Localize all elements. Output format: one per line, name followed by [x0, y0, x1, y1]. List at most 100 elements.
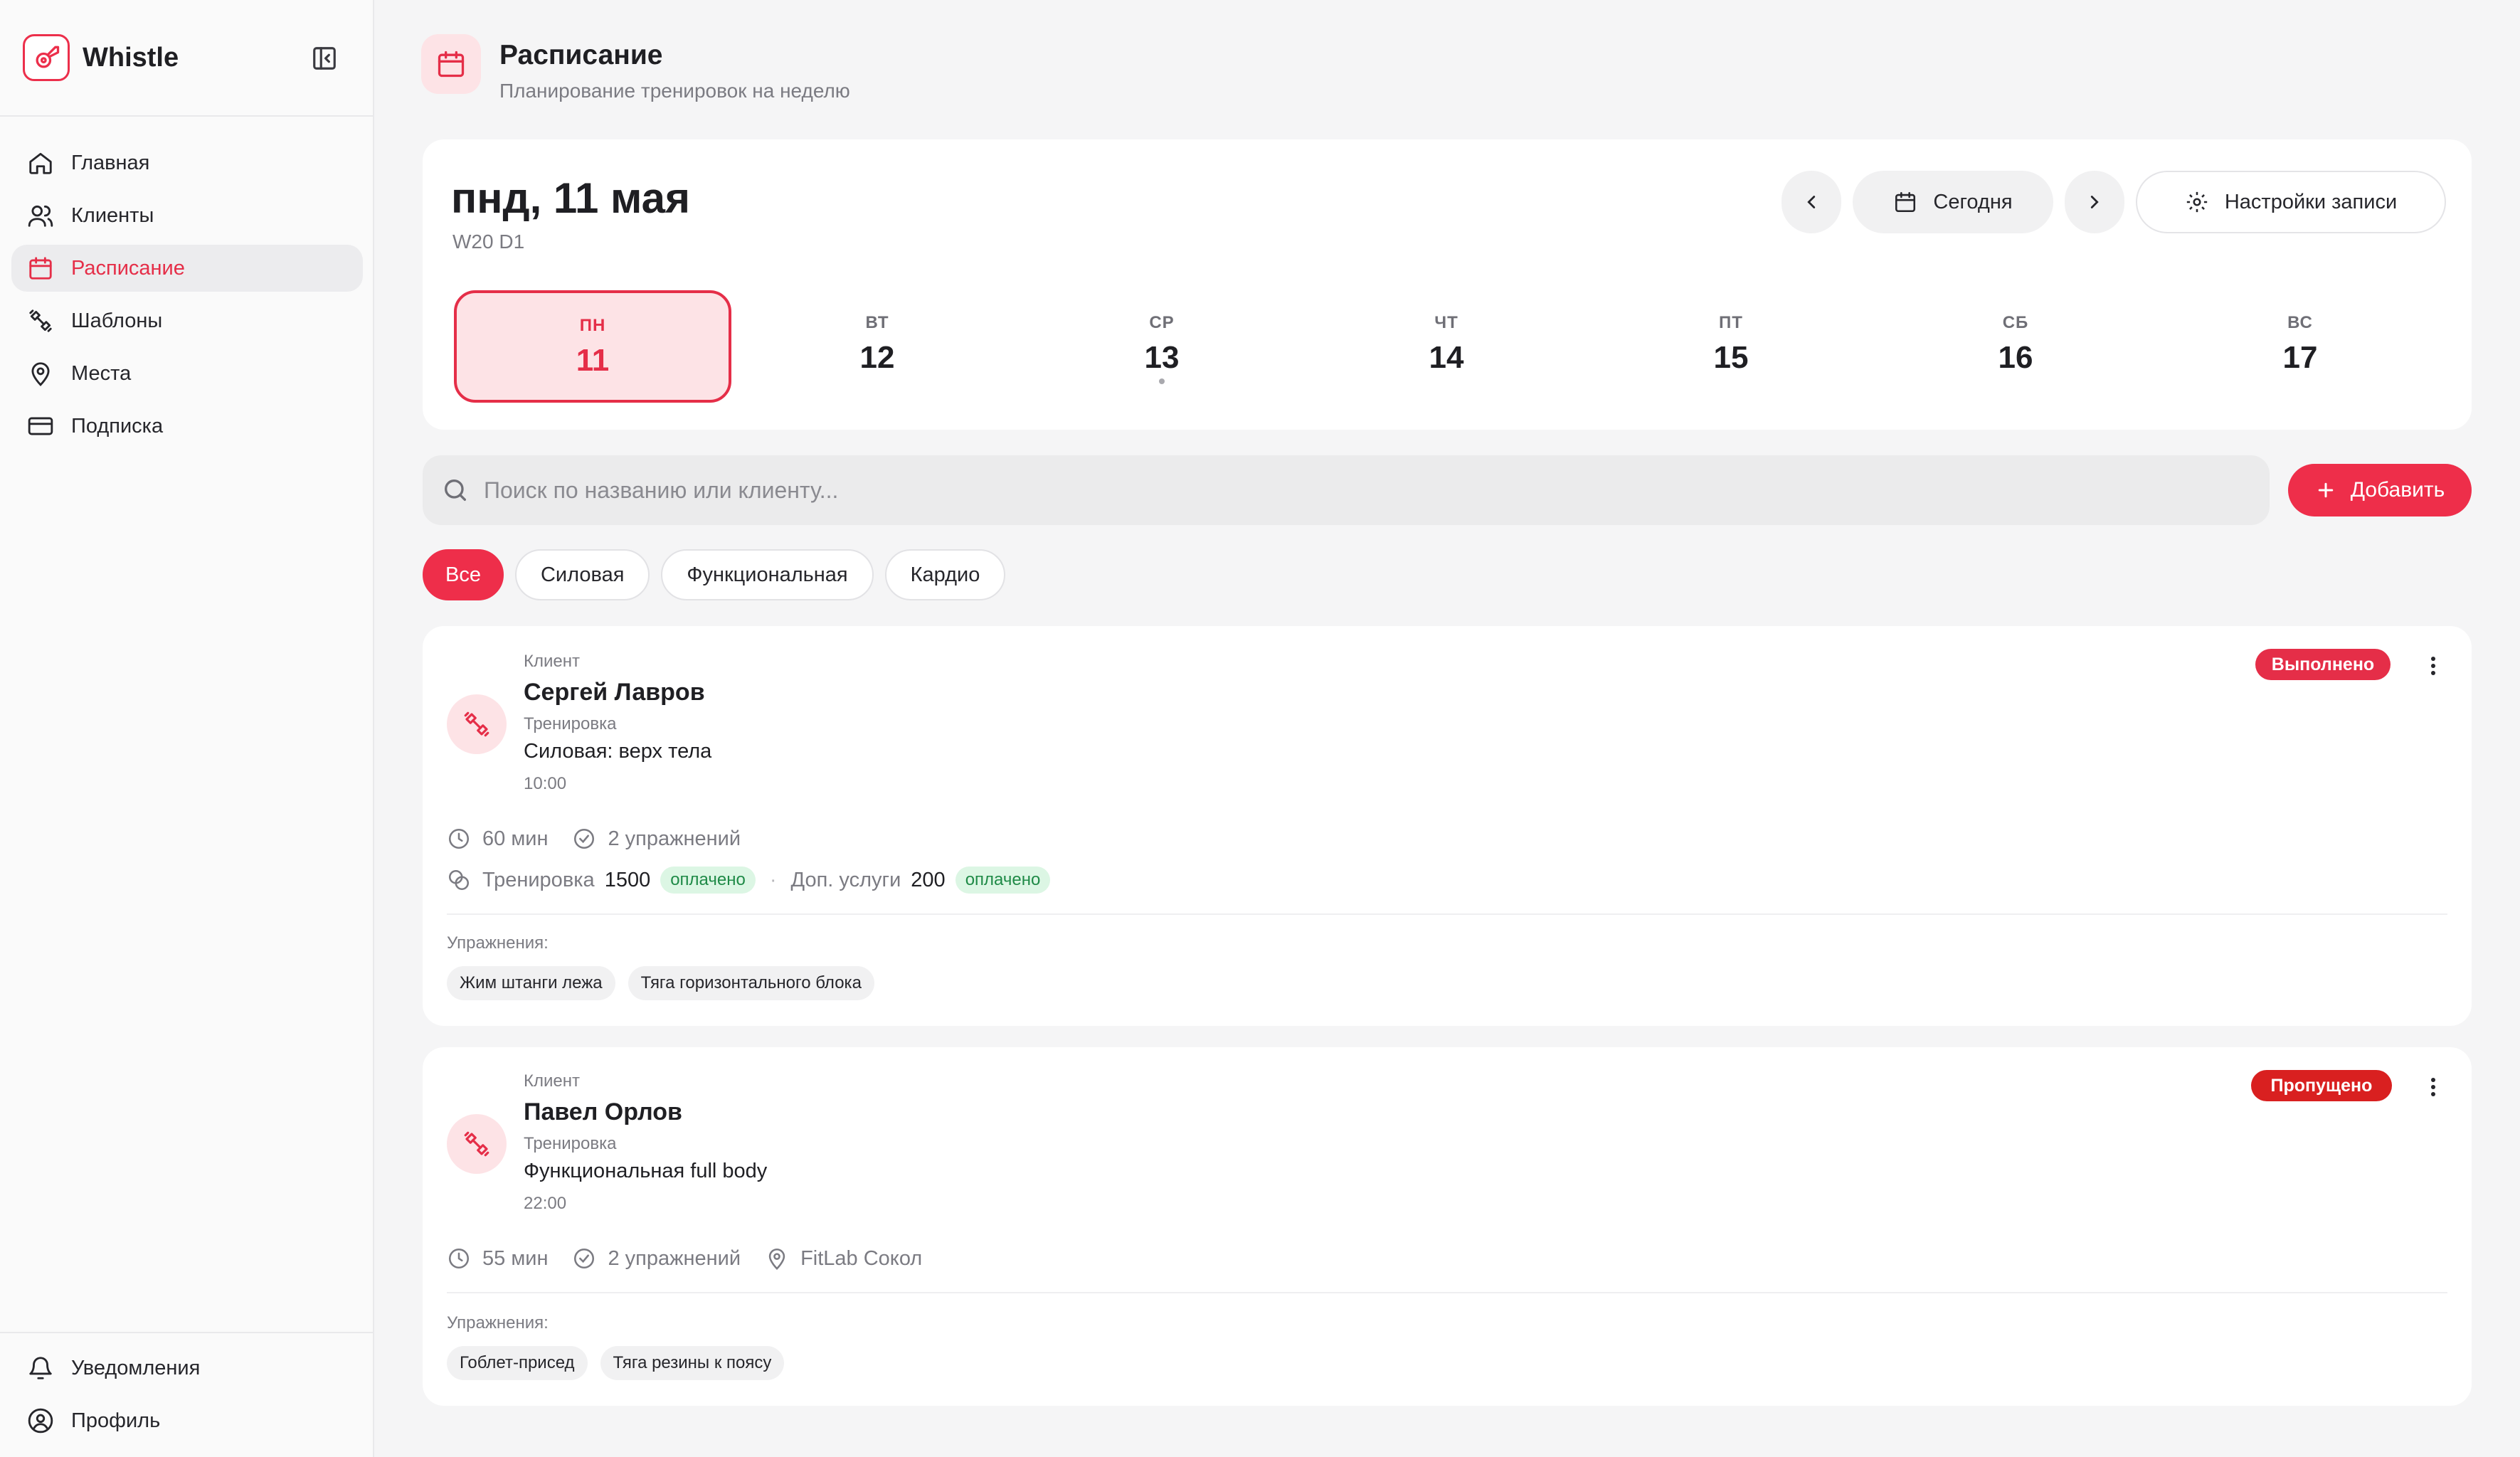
day-mon[interactable]: ПН 11: [454, 290, 731, 403]
dumbbell-icon: [464, 1131, 489, 1157]
gear-icon: [2185, 190, 2209, 214]
exercises-label: Упражнения:: [447, 1313, 549, 1333]
session-card[interactable]: Клиент Павел Орлов Тренировка Функционал…: [423, 1047, 2472, 1406]
chevron-right-icon: [2090, 196, 2099, 208]
workout-name: Функциональная full body: [524, 1160, 768, 1182]
client-name[interactable]: Сергей Лавров: [524, 679, 705, 706]
day-number: 13: [1144, 340, 1180, 375]
day-number: 17: [2282, 340, 2318, 375]
more-options-button[interactable]: [2418, 1071, 2449, 1103]
sidebar-item-places[interactable]: Места: [11, 350, 363, 397]
filter-chip-functional[interactable]: Функциональная: [661, 549, 874, 600]
collapse-sidebar-button[interactable]: [309, 43, 340, 74]
clock-icon: [447, 1246, 471, 1271]
day-fri[interactable]: ПТ 15: [1592, 290, 1870, 403]
plus-icon: [2315, 480, 2336, 501]
calendar-icon: [1893, 190, 1917, 214]
exercise-tags: Жим штанги лежа Тяга горизонтального бло…: [447, 966, 887, 1000]
page-header-icon: [421, 34, 481, 94]
day-wed[interactable]: СР 13: [1023, 290, 1301, 403]
session-card[interactable]: Клиент Сергей Лавров Тренировка Силовая:…: [423, 626, 2472, 1026]
day-name: ЧТ: [1434, 313, 1458, 332]
add-button-label: Добавить: [2350, 478, 2445, 502]
session-time: 22:00: [524, 1194, 567, 1213]
price-value: 1500: [604, 868, 651, 891]
exercise-tag: Гоблет-присед: [447, 1346, 588, 1380]
credit-card-icon: [24, 410, 57, 443]
session-meta: 60 мин 2 упражнений: [447, 827, 765, 851]
sidebar-item-label: Шаблоны: [71, 309, 163, 332]
more-options-button[interactable]: [2418, 650, 2449, 682]
filter-chip-strength[interactable]: Силовая: [514, 549, 650, 600]
booking-settings-button[interactable]: Настройки записи: [2136, 171, 2446, 233]
sidebar-item-label: Места: [71, 361, 132, 385]
filter-chip-all[interactable]: Все: [423, 549, 504, 600]
extra-value: 200: [911, 868, 946, 891]
clock-icon: [447, 827, 471, 851]
paid-badge: оплачено: [955, 867, 1051, 894]
card-divider: [447, 913, 2447, 915]
week-code: W20 D1: [452, 231, 525, 253]
workout-avatar: [447, 1114, 507, 1174]
sidebar-item-notifications[interactable]: Уведомления: [11, 1345, 363, 1392]
exercise-tags: Гоблет-присед Тяга резины к поясу: [447, 1346, 797, 1380]
duration: 55 мин: [447, 1246, 548, 1271]
sidebar-item-clients[interactable]: Клиенты: [11, 192, 363, 239]
day-number: 16: [1998, 340, 2033, 375]
check-circle-icon: [572, 1246, 596, 1271]
bell-icon: [24, 1352, 57, 1384]
next-week-button[interactable]: [2065, 171, 2124, 233]
sidebar-item-templates[interactable]: Шаблоны: [11, 297, 363, 344]
app-name: Whistle: [83, 42, 179, 73]
sidebar-bottom-nav: Уведомления Профиль: [11, 1345, 363, 1450]
whistle-logo-icon: [23, 34, 70, 81]
day-name: СБ: [2002, 313, 2029, 332]
map-pin-icon: [765, 1246, 789, 1271]
home-icon: [24, 147, 57, 179]
workout-label: Тренировка: [524, 714, 617, 733]
sidebar-item-schedule[interactable]: Расписание: [11, 245, 363, 292]
location-value: FitLab Сокол: [800, 1246, 923, 1270]
brand[interactable]: Whistle: [23, 34, 179, 81]
workout-label: Тренировка: [524, 1134, 617, 1153]
user-circle-icon: [24, 1404, 57, 1437]
duration-value: 55 мин: [482, 1246, 549, 1270]
day-sun[interactable]: ВС 17: [2161, 290, 2439, 403]
today-button[interactable]: Сегодня: [1853, 171, 2053, 233]
sidebar-item-profile[interactable]: Профиль: [11, 1397, 363, 1444]
dumbbell-icon: [24, 304, 57, 337]
day-name: ПТ: [1719, 313, 1743, 332]
exercise-tag: Тяга горизонтального блока: [628, 966, 874, 1000]
status-badge: Пропущено: [2251, 1070, 2392, 1101]
dumbbell-icon: [464, 711, 489, 737]
filter-chip-cardio[interactable]: Кардио: [884, 549, 1006, 600]
search-icon: [445, 480, 466, 501]
day-name: ПН: [579, 316, 606, 335]
sidebar-item-home[interactable]: Главная: [11, 139, 363, 186]
filter-chips: Все Силовая Функциональная Кардио: [423, 549, 1017, 600]
separator-dot: ·: [769, 868, 777, 891]
client-name[interactable]: Павел Орлов: [524, 1098, 682, 1126]
app-window: Whistle Главная Клиенты Расписание Шабло…: [0, 0, 2520, 1457]
sidebar-item-subscription[interactable]: Подписка: [11, 403, 363, 450]
chevron-left-icon: [1807, 196, 1816, 208]
coins-icon: [447, 868, 471, 892]
price-label: Тренировка: [482, 868, 595, 891]
week-calendar: пнд, 11 мая W20 D1 Сегодня Настройки зап…: [423, 139, 2472, 430]
day-tue[interactable]: ВТ 12: [738, 290, 1016, 403]
add-session-button[interactable]: Добавить: [2288, 464, 2472, 516]
search-input[interactable]: [482, 476, 2193, 504]
sidebar-item-label: Подписка: [71, 414, 164, 438]
prev-week-button[interactable]: [1782, 171, 1841, 233]
map-pin-icon: [24, 357, 57, 390]
payment-row: Тренировка 1500 оплачено · Доп. услуги 2…: [447, 867, 1051, 894]
exercise-count-value: 2 упражнений: [608, 1246, 741, 1270]
sidebar-collapse-icon: [313, 47, 336, 70]
day-thu[interactable]: ЧТ 14: [1308, 290, 1585, 403]
day-sat[interactable]: СБ 16: [1877, 290, 2154, 403]
workout-name: Силовая: верх тела: [524, 740, 712, 763]
booking-settings-label: Настройки записи: [2224, 190, 2398, 213]
duration-value: 60 мин: [482, 827, 549, 850]
day-number: 12: [859, 340, 895, 375]
duration: 60 мин: [447, 827, 548, 851]
